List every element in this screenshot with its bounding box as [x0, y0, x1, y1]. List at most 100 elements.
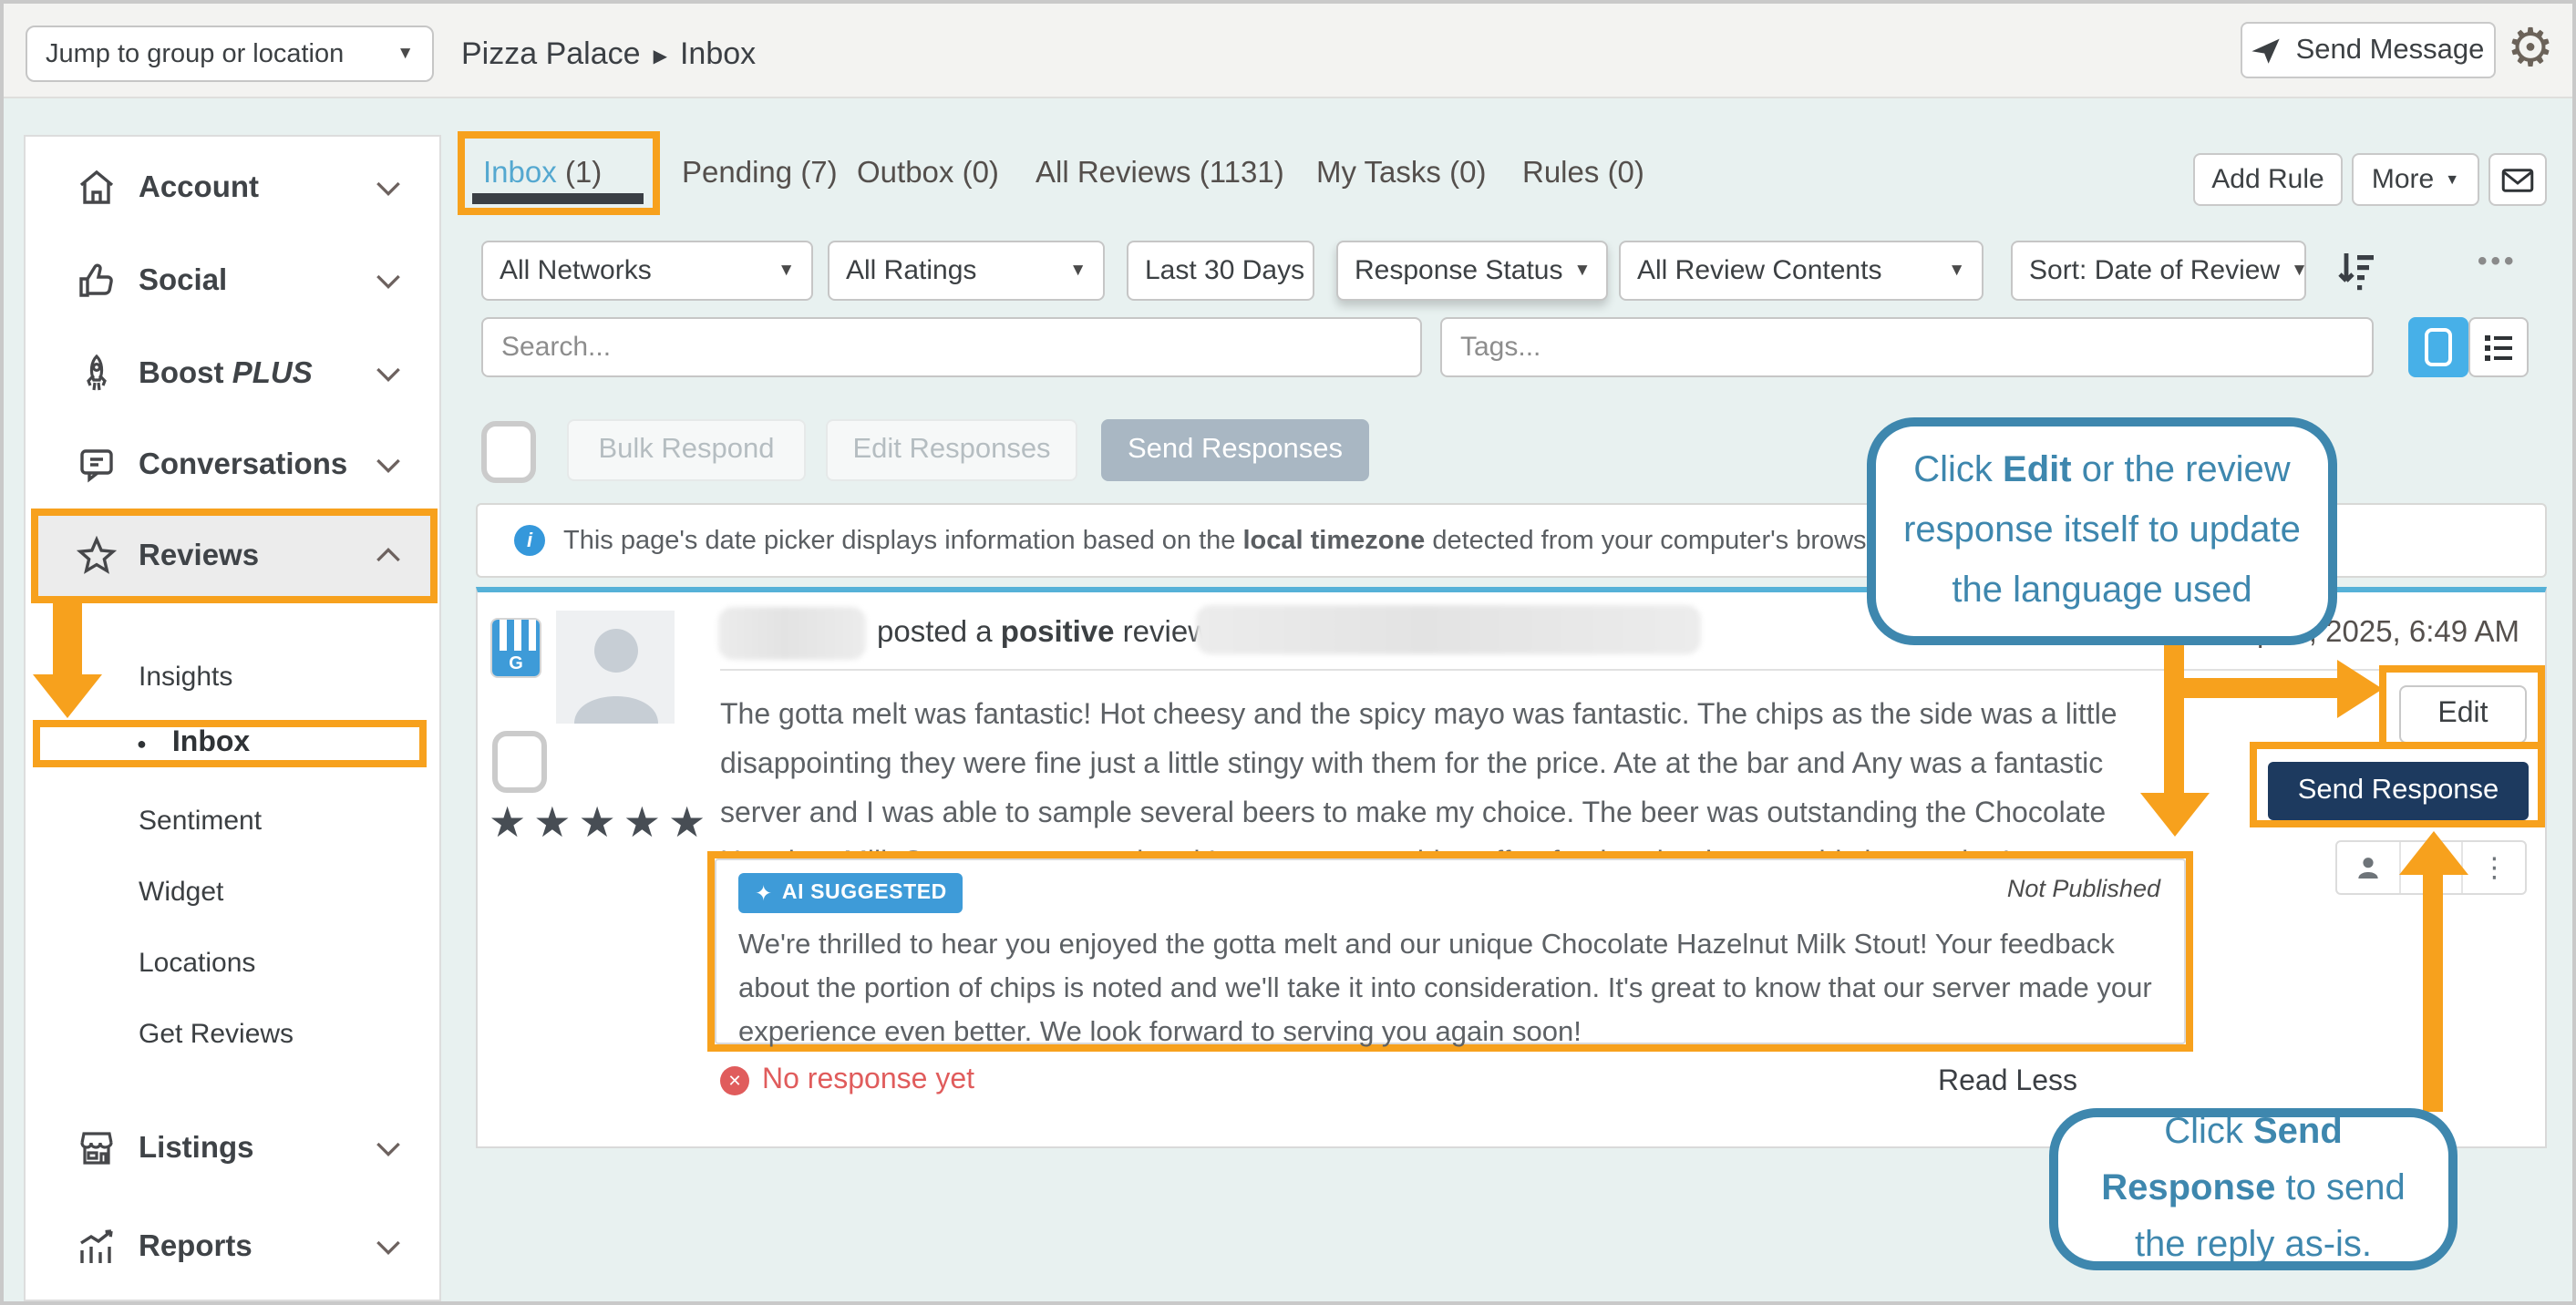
annotation-arrowhead-down-icon	[33, 674, 102, 718]
send-response-button[interactable]: Send Response	[2268, 762, 2529, 820]
ai-response-text[interactable]: We're thrilled to hear you enjoyed the g…	[738, 924, 2171, 1055]
chevron-down-icon: ▼	[397, 44, 414, 64]
filter-response-status-select[interactable]: Response Status▼	[1336, 241, 1608, 301]
more-button[interactable]: More▼	[2352, 153, 2479, 206]
annotation-arrow-to-ai-response	[2164, 698, 2184, 793]
edit-button[interactable]: Edit	[2399, 685, 2527, 744]
info-icon: i	[514, 525, 545, 556]
chevron-down-icon	[370, 447, 407, 483]
publish-status: Not Published	[2007, 875, 2160, 902]
chevron-up-icon	[370, 538, 407, 574]
chevron-down-icon	[370, 262, 407, 299]
annotation-arrowhead-up-icon	[2398, 831, 2468, 875]
storefront-icon	[75, 1126, 118, 1170]
bulk-respond-button[interactable]: Bulk Respond	[567, 419, 806, 481]
sidebar-item-conversations[interactable]: Conversations	[26, 419, 439, 510]
rocket-icon	[75, 352, 118, 396]
search-input[interactable]	[481, 317, 1422, 377]
sort-select[interactable]: Sort: Date of Review▼	[2011, 241, 2306, 301]
app-window: Jump to group or location ▼ Pizza Palace…	[0, 0, 2576, 1305]
sidebar-item-label: Social	[139, 263, 227, 298]
bar-chart-icon	[75, 1225, 118, 1269]
callout-edit-instruction: Click Edit or the review response itself…	[1867, 417, 2337, 645]
annotation-arrow-to-edit	[2164, 678, 2337, 698]
no-response-status: ✕ No response yet	[720, 1064, 974, 1097]
sidebar-item-label: Conversations	[139, 447, 347, 482]
sidebar-item-sentiment[interactable]: Sentiment	[139, 796, 262, 844]
ai-suggested-badge: ✦ AI SUGGESTED	[738, 873, 963, 913]
error-circle-icon: ✕	[720, 1066, 749, 1095]
active-bullet-icon: ●	[106, 736, 116, 755]
filter-date-range-select[interactable]: Last 30 Days▼	[1127, 241, 1314, 301]
chevron-down-icon	[370, 1130, 407, 1166]
add-rule-button[interactable]: Add Rule	[2193, 153, 2343, 206]
filter-ratings-select[interactable]: All Ratings▼	[828, 241, 1105, 301]
business-name-redacted	[1196, 605, 1701, 654]
home-icon	[75, 166, 118, 210]
send-message-label: Send Message	[2296, 34, 2485, 67]
sidebar-item-social[interactable]: Social	[26, 235, 439, 326]
card-view-toggle[interactable]	[2408, 317, 2468, 377]
tab-all-reviews[interactable]: All Reviews (1131)	[1036, 157, 1284, 191]
plus-suffix: PLUS	[232, 356, 313, 389]
thumbs-up-icon	[75, 259, 118, 303]
sidebar-item-locations[interactable]: Locations	[139, 939, 255, 986]
breadcrumb-group[interactable]: Pizza Palace	[461, 36, 641, 73]
tab-outbox[interactable]: Outbox (0)	[857, 157, 999, 191]
ai-suggested-response[interactable]: ✦ AI SUGGESTED Not Published We're thril…	[715, 858, 2186, 1044]
sort-descending-icon[interactable]	[2334, 246, 2381, 293]
chevron-down-icon	[370, 170, 407, 206]
more-options-icon[interactable]: •••	[2478, 246, 2518, 277]
google-badge-awning	[492, 620, 540, 651]
google-badge-letter: G	[492, 651, 540, 678]
list-view-toggle[interactable]	[2468, 317, 2529, 377]
sidebar-item-widget[interactable]: Widget	[139, 868, 223, 915]
list-view-icon	[2482, 331, 2515, 364]
top-bar: Jump to group or location ▼ Pizza Palace…	[4, 4, 2572, 98]
assign-user-button[interactable]	[2337, 842, 2400, 893]
chevron-down-icon: ▼	[2445, 171, 2459, 188]
jump-select-label: Jump to group or location	[46, 39, 344, 68]
tab-my-tasks[interactable]: My Tasks (0)	[1316, 157, 1486, 191]
annotation-arrowhead-right-icon	[2337, 659, 2383, 717]
annotation-arrow-to-inbox	[53, 603, 82, 678]
breadcrumb-page: Inbox	[680, 36, 756, 73]
breadcrumb-separator-icon: ▶	[654, 46, 667, 67]
send-message-button[interactable]: Send Message	[2241, 22, 2496, 78]
sparkle-icon: ✦	[755, 880, 773, 906]
filter-networks-select[interactable]: All Networks▼	[481, 241, 813, 301]
sidebar-item-reviews[interactable]: Reviews	[26, 510, 439, 601]
sidebar-item-label: Boost PLUS	[139, 356, 313, 391]
tags-input[interactable]	[1440, 317, 2374, 377]
tab-pending[interactable]: Pending (7)	[682, 157, 838, 191]
select-all-checkbox[interactable]	[481, 421, 536, 483]
sidebar-item-reports[interactable]: Reports	[26, 1201, 439, 1292]
sidebar: Account Social Boost PLUS	[24, 135, 441, 1301]
sidebar-item-insights[interactable]: Insights	[139, 652, 232, 700]
edit-responses-button[interactable]: Edit Responses	[826, 419, 1077, 481]
review-posted-line: posted a positive review to	[877, 616, 1243, 651]
annotation-arrowhead-down-icon	[2139, 793, 2209, 837]
email-button[interactable]	[2488, 153, 2547, 206]
sidebar-item-listings[interactable]: Listings	[26, 1103, 439, 1194]
sidebar-item-boost-plus[interactable]: Boost PLUS	[26, 328, 439, 419]
annotation-box-ai-response: ✦ AI SUGGESTED Not Published We're thril…	[707, 851, 2193, 1052]
gear-icon[interactable]: ⚙	[2507, 15, 2554, 84]
star-icon	[75, 534, 118, 578]
chevron-down-icon: ▼	[767, 261, 795, 281]
sidebar-item-inbox-highlighted[interactable]: ● Inbox	[137, 720, 250, 767]
read-less-link[interactable]: Read Less	[1938, 1066, 2077, 1099]
sidebar-item-label: Reviews	[139, 539, 259, 573]
envelope-icon	[2501, 167, 2534, 192]
reviewer-name-redacted	[718, 607, 866, 660]
filter-review-contents-select[interactable]: All Review Contents▼	[1619, 241, 1984, 301]
jump-to-group-select[interactable]: Jump to group or location ▼	[26, 26, 434, 82]
review-checkbox[interactable]	[492, 731, 547, 793]
kebab-menu-icon[interactable]: ⋮	[2464, 842, 2525, 893]
tab-inbox[interactable]: Inbox (1)	[483, 157, 602, 191]
tab-rules[interactable]: Rules (0)	[1522, 157, 1644, 191]
sidebar-item-get-reviews[interactable]: Get Reviews	[139, 1010, 294, 1057]
sidebar-item-label: Account	[139, 170, 259, 205]
sidebar-item-account[interactable]: Account	[26, 142, 439, 233]
send-responses-button[interactable]: Send Responses	[1101, 419, 1369, 481]
